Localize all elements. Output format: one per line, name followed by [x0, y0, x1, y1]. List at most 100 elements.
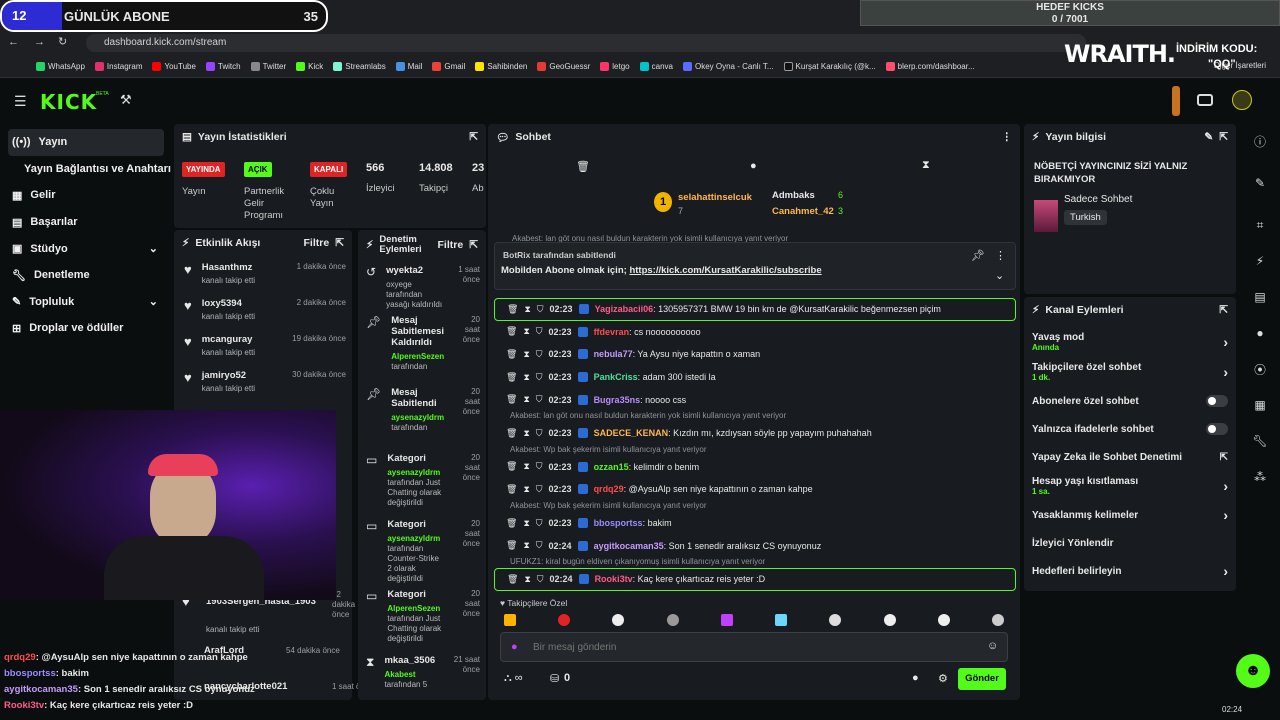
- bookmark-item[interactable]: Twitter: [250, 62, 286, 71]
- hourglass-icon[interactable]: ⧗: [523, 540, 529, 551]
- sidebar-item-basarilar[interactable]: ▤ Başarılar: [0, 209, 172, 236]
- sidebar-item-studyo[interactable]: ▣ Stüdyo ⌄: [0, 235, 172, 262]
- mod-actor[interactable]: aysenazyldrm: [387, 534, 440, 543]
- top-gifter-1[interactable]: selahattinselcuk: [678, 192, 752, 203]
- toggle-switch[interactable]: [1206, 395, 1228, 407]
- avatar[interactable]: [1232, 90, 1252, 110]
- activity-user[interactable]: loxy5394: [202, 298, 255, 309]
- hourglass-icon[interactable]: ⧗: [523, 518, 529, 529]
- community-icon[interactable]: ⁂: [1247, 464, 1273, 490]
- reload-icon[interactable]: ↻: [58, 35, 67, 48]
- chat-message[interactable]: 🗑︎ ⧗ ⛉ 02:23 Yagizabacii06: 1305957371 BMW 1…: [494, 298, 1016, 321]
- emote[interactable]: [612, 614, 625, 626]
- hourglass-icon[interactable]: ⧗: [523, 372, 529, 383]
- popout-icon[interactable]: ⇱: [1219, 304, 1228, 316]
- address-bar[interactable]: dashboard.kick.com/stream: [86, 34, 1086, 52]
- bookmark-item[interactable]: canva: [639, 62, 673, 71]
- mod-actor[interactable]: AlperenSezen: [387, 604, 440, 613]
- layout-icon[interactable]: ▦: [1247, 392, 1273, 418]
- emote[interactable]: [937, 614, 950, 626]
- chat-message[interactable]: 🗑︎ ⧗ ⛉ 02:23 Bugra35ns: noooo css: [494, 388, 1016, 411]
- bookmark-item[interactable]: Okey Oyna - Canlı T...: [682, 62, 774, 71]
- sidebar-item-denetleme[interactable]: 🔧︎ Denetleme: [0, 262, 172, 289]
- chat-username[interactable]: qrdq29: [594, 484, 624, 494]
- chat-message[interactable]: 🗑︎ ⧗ ⛉ 02:24 Rooki3tv: Kaç kere çıkartıcaz r…: [494, 567, 1016, 591]
- trash-icon[interactable]: 🗑︎: [506, 349, 517, 360]
- sidebar-item-droplar[interactable]: ⊞ Droplar ve ödüller: [0, 315, 172, 342]
- channel-action-row[interactable]: Yalnızca ifadelerle sohbet: [1024, 415, 1236, 443]
- trash-icon[interactable]: 🗑︎: [506, 518, 517, 529]
- chat-username[interactable]: nebula77: [594, 349, 633, 359]
- menu-icon[interactable]: ☰: [14, 93, 27, 110]
- trash-icon[interactable]: 🗑︎: [506, 428, 517, 439]
- chat-username[interactable]: aygitkocaman35: [594, 541, 664, 551]
- popout-icon[interactable]: ⇱: [1219, 131, 1228, 143]
- popout-icon[interactable]: ⇱: [469, 239, 478, 251]
- bookmark-item[interactable]: letgo: [600, 62, 630, 71]
- theater-mode-icon[interactable]: [1197, 94, 1213, 106]
- hourglass-icon[interactable]: ⧗: [524, 304, 530, 315]
- mod-actor[interactable]: aysenazyldrm: [387, 468, 440, 477]
- edit-icon[interactable]: ✎: [1204, 131, 1213, 143]
- emote[interactable]: [666, 614, 679, 626]
- shield-icon[interactable]: ⛉: [536, 372, 543, 383]
- emote[interactable]: [883, 614, 896, 626]
- top-gifter-3[interactable]: Canahmet_42: [772, 206, 834, 217]
- emote[interactable]: [775, 614, 788, 626]
- hourglass-icon[interactable]: ⧗: [523, 484, 529, 495]
- more-options-icon[interactable]: ⋮: [1002, 131, 1013, 143]
- channel-action-row[interactable]: Takipçilere özel sohbet 1 dk. ›: [1024, 357, 1236, 387]
- activity-user[interactable]: mcanguray: [202, 334, 255, 345]
- hourglass-icon[interactable]: ⧗: [523, 428, 529, 439]
- pinned-link[interactable]: https://kick.com/KursatKarakilic/subscri…: [629, 265, 821, 276]
- category-thumbnail[interactable]: [1034, 200, 1058, 232]
- chat-username[interactable]: Yagizabacii06: [595, 304, 654, 314]
- bookmark-item[interactable]: Instagram: [94, 62, 142, 71]
- hourglass-icon[interactable]: ⧗: [523, 461, 529, 472]
- trash-icon[interactable]: 🗑︎: [506, 540, 517, 551]
- forward-icon[interactable]: →: [34, 36, 45, 48]
- bookmark-item[interactable]: blerp.com/dashboar...: [885, 62, 975, 71]
- chat-bubble-icon[interactable]: ●: [1247, 320, 1273, 346]
- sidebar-item-gelir[interactable]: ▦ Gelir: [0, 182, 172, 209]
- mod-actor[interactable]: Akabest: [384, 670, 415, 679]
- points-icon[interactable]: ⛬ ∞: [504, 672, 523, 685]
- document-icon[interactable]: ▤: [1247, 284, 1273, 310]
- support-chat-button[interactable]: ☻: [1236, 654, 1270, 688]
- mic-icon[interactable]: ●: [511, 641, 518, 653]
- trash-icon[interactable]: 🗑︎: [507, 304, 518, 315]
- emote[interactable]: [720, 614, 733, 626]
- bookmark-item[interactable]: WhatsApp: [36, 62, 85, 71]
- toggle-switch[interactable]: [1206, 423, 1228, 435]
- bookmark-item[interactable]: Twitch: [205, 62, 241, 71]
- hourglass-icon[interactable]: ⧗: [524, 574, 530, 585]
- bookmark-item[interactable]: Kick: [296, 62, 323, 71]
- gear-icon[interactable]: ⚙: [938, 672, 948, 685]
- chat-username[interactable]: ozzan15: [594, 462, 629, 472]
- chat-username[interactable]: bbosportss: [594, 518, 643, 528]
- popout-icon[interactable]: ⇱: [469, 131, 478, 143]
- chat-input[interactable]: [533, 639, 973, 655]
- pinned-message[interactable]: BotRix tarafından sabitlendi Mobilden Ab…: [494, 242, 1016, 290]
- mod-actor[interactable]: aysenazyldrm: [391, 413, 444, 422]
- filter-button[interactable]: Filtre: [304, 237, 330, 249]
- send-button[interactable]: Gönder: [958, 668, 1006, 690]
- trash-icon[interactable]: 🗑︎: [506, 484, 517, 495]
- hourglass-icon[interactable]: ⧗: [523, 326, 529, 337]
- trash-icon[interactable]: 🗑︎: [506, 372, 517, 383]
- chat-message[interactable]: 🗑︎ ⧗ ⛉ 02:23 qrdq29: @AysuAlp sen niye kapat…: [494, 478, 1016, 501]
- shield-icon[interactable]: ⛉: [536, 518, 543, 529]
- chat-input-box[interactable]: ● ☺: [500, 632, 1008, 662]
- popout-icon[interactable]: ⇱: [335, 237, 344, 249]
- crop-icon[interactable]: ⌗: [1247, 212, 1273, 238]
- back-icon[interactable]: ←: [8, 36, 19, 48]
- shield-icon[interactable]: ⛉: [537, 304, 544, 315]
- trash-icon[interactable]: 🗑︎: [506, 461, 517, 472]
- chat-message[interactable]: 🗑︎ ⧗ ⛉ 02:23 PankCriss: adam 300 istedi la: [494, 366, 1016, 389]
- emote[interactable]: [829, 614, 842, 626]
- info-icon[interactable]: ⓘ: [1247, 128, 1273, 154]
- top-gifter-2[interactable]: Admbaks: [772, 190, 815, 201]
- chat-message[interactable]: 🗑︎ ⧗ ⛉ 02:23 SADECE_KENAN: Kızdın mı, kzdıys…: [494, 422, 1016, 445]
- lightning-icon[interactable]: ⚡︎: [1247, 248, 1273, 274]
- channel-action-row[interactable]: Yapay Zeka ile Sohbet Denetimi ⇱: [1024, 443, 1236, 471]
